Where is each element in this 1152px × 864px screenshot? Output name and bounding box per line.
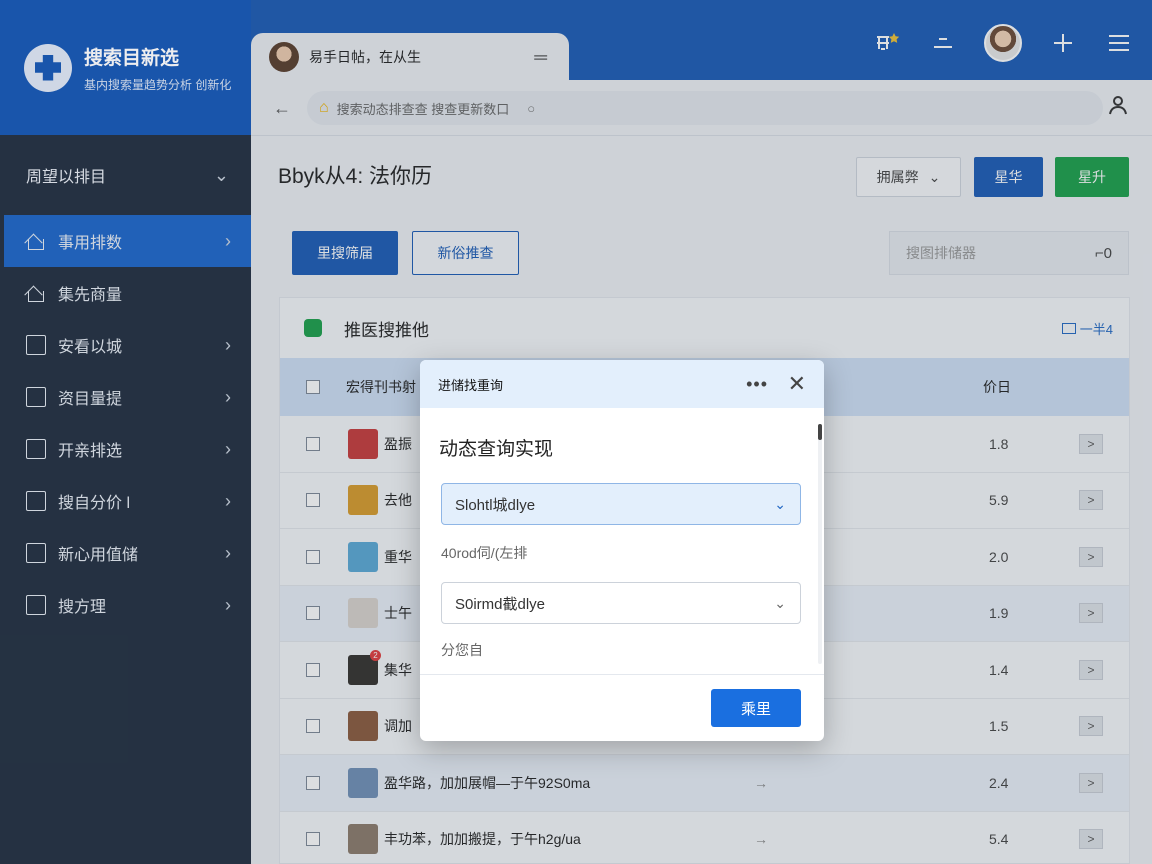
query-type-select[interactable]: Slohtl城dlye ⌄ (441, 483, 801, 525)
query-dialog: 进储找重询 ••• ✕ 动态查询实现 Slohtl城dlye ⌄ 40rod伺/… (420, 360, 824, 741)
modal-backdrop-side (0, 0, 251, 864)
field-label-2: 分您自 (441, 642, 483, 658)
query-type-value: Slohtl城dlye (455, 496, 536, 514)
more-options-icon[interactable]: ••• (746, 374, 768, 395)
dialog-header: 进储找重询 ••• ✕ (420, 360, 824, 408)
chevron-down-icon: ⌄ (774, 594, 786, 611)
dialog-title: 动态查询实现 (439, 439, 554, 460)
chevron-down-icon: ⌄ (774, 495, 786, 512)
confirm-button[interactable]: 乘里 (711, 689, 801, 727)
dialog-footer: 乘里 (420, 674, 824, 741)
field-label-1: 40rod伺/(左排 (441, 545, 528, 561)
dialog-scrollbar[interactable] (818, 424, 822, 664)
dialog-body: 动态查询实现 Slohtl城dlye ⌄ 40rod伺/(左排 S0irmd截d… (420, 408, 824, 674)
query-mode-select[interactable]: S0irmd截dlye ⌄ (441, 582, 801, 624)
dialog-header-title: 进储找重询 (438, 377, 504, 393)
query-mode-value: S0irmd截dlye (455, 595, 546, 613)
close-icon[interactable]: ✕ (788, 371, 806, 397)
